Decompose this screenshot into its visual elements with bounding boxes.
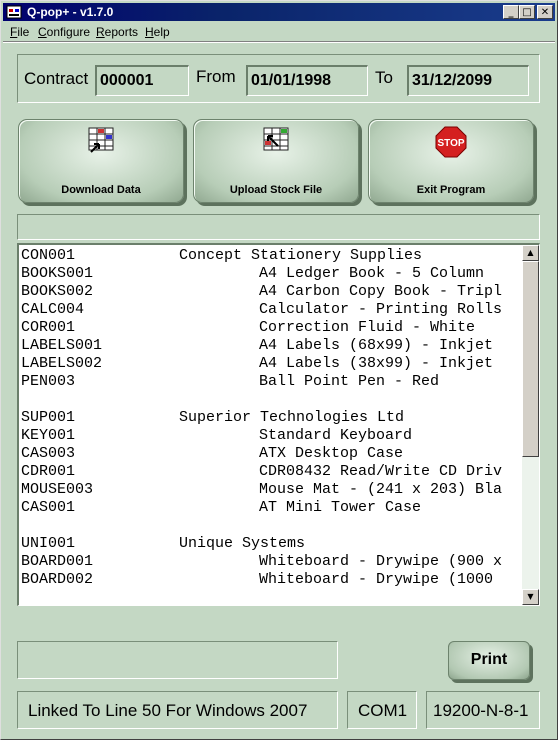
row-code: BOARD002 xyxy=(21,571,94,588)
window-title: Q-pop+ - v1.7.0 xyxy=(27,5,114,19)
to-date-field[interactable]: 31/12/2099 xyxy=(407,65,529,96)
contract-label: Contract xyxy=(24,69,89,88)
download-data-icon xyxy=(88,127,114,153)
supplier-row[interactable]: CON001 Concept Stationery Supplies xyxy=(21,247,521,265)
row-description: Ball Point Pen - Red xyxy=(259,373,440,390)
from-date-field[interactable]: 01/01/1998 xyxy=(246,65,368,96)
row-description: CDR08432 Read/Write CD Driv xyxy=(259,463,503,480)
menu-file[interactable]: File xyxy=(10,25,29,39)
print-button[interactable]: Print xyxy=(448,641,530,680)
app-window: Q-pop+ - v1.7.0 _ □ ✕ File Configure Rep… xyxy=(0,0,558,740)
row-code: MOUSE003 xyxy=(21,481,94,498)
row-code: LABELS001 xyxy=(21,337,103,354)
from-label: From xyxy=(196,67,236,86)
row-description: A4 Ledger Book - 5 Column xyxy=(259,265,485,282)
menu-help[interactable]: Help xyxy=(145,25,170,39)
stock-item-row[interactable]: CAS003 ATX Desktop Case xyxy=(21,445,521,463)
message-box xyxy=(17,641,338,679)
upload-stock-file-label: Upload Stock File xyxy=(229,184,323,196)
row-description: Calculator - Printing Rolls xyxy=(259,301,503,318)
stock-item-row[interactable]: CDR001 CDR08432 Read/Write CD Driv xyxy=(21,463,521,481)
supplier-row[interactable]: UNI001 Unique Systems xyxy=(21,535,521,553)
stock-item-row[interactable]: CALC004 Calculator - Printing Rolls xyxy=(21,301,521,319)
row-description: AT Mini Tower Case xyxy=(259,499,422,516)
row-description: Standard Keyboard xyxy=(259,427,413,444)
title-bar[interactable]: Q-pop+ - v1.7.0 _ □ ✕ xyxy=(3,3,555,21)
upload-stock-icon xyxy=(263,127,289,151)
row-description: Whiteboard - Drywipe (1000 xyxy=(259,571,494,588)
row-code: PEN003 xyxy=(21,373,76,390)
stock-item-row[interactable]: KEY001 Standard Keyboard xyxy=(21,427,521,445)
maximize-button[interactable]: □ xyxy=(519,5,535,19)
stock-list[interactable]: CON001 Concept Stationery Supplies BOOKS00… xyxy=(17,243,540,606)
row-description: Superior Technologies Ltd xyxy=(179,409,405,426)
stock-item-row[interactable]: BOARD002 Whiteboard - Drywipe (1000 xyxy=(21,571,521,589)
contract-panel: Contract 000001 From 01/01/1998 To 31/12… xyxy=(17,54,540,103)
row-description: Unique Systems xyxy=(179,535,306,552)
row-code: COR001 xyxy=(21,319,76,336)
row-code: BOARD001 xyxy=(21,553,94,570)
row-description: A4 Labels (68x99) - Inkjet xyxy=(259,337,494,354)
row-description: Correction Fluid - White xyxy=(259,319,476,336)
upload-stock-file-button[interactable]: Upload Stock File xyxy=(193,119,359,203)
exit-program-button[interactable]: STOP Exit Program xyxy=(368,119,534,203)
stop-sign-text: STOP xyxy=(437,138,464,149)
row-code: CDR001 xyxy=(21,463,76,480)
stop-sign-icon: STOP xyxy=(435,126,467,158)
row-code: KEY001 xyxy=(21,427,76,444)
row-description: A4 Labels (38x99) - Inkjet xyxy=(259,355,494,372)
menu-reports[interactable]: Reports xyxy=(96,25,138,39)
baud-settings-status: 19200-N-8-1 xyxy=(426,691,540,729)
menu-bar: File Configure Reports Help xyxy=(3,22,555,41)
row-description: A4 Carbon Copy Book - Tripl xyxy=(259,283,503,300)
download-data-button[interactable]: Download Data xyxy=(18,119,184,203)
to-label: To xyxy=(375,68,393,87)
blank-row xyxy=(21,391,521,409)
row-code: CAS001 xyxy=(21,499,76,516)
row-code: UNI001 xyxy=(21,535,76,552)
scroll-down-arrow-icon[interactable]: ▼ xyxy=(522,589,539,605)
blank-row xyxy=(21,517,521,535)
stock-item-row[interactable]: BOARD001 Whiteboard - Drywipe (900 x xyxy=(21,553,521,571)
menu-separator xyxy=(3,41,555,43)
menu-configure[interactable]: Configure xyxy=(38,25,90,39)
row-description: Concept Stationery Supplies xyxy=(179,247,423,264)
supplier-row[interactable]: SUP001 Superior Technologies Ltd xyxy=(21,409,521,427)
exit-program-label: Exit Program xyxy=(416,184,486,196)
row-description: Whiteboard - Drywipe (900 x xyxy=(259,553,503,570)
stock-item-row[interactable]: LABELS002 A4 Labels (38x99) - Inkjet xyxy=(21,355,521,373)
download-data-label: Download Data xyxy=(61,184,141,196)
scroll-thumb[interactable] xyxy=(522,261,539,457)
stock-item-row[interactable]: MOUSE003 Mouse Mat - (241 x 203) Bla xyxy=(21,481,521,499)
row-description: Mouse Mat - (241 x 203) Bla xyxy=(259,481,503,498)
row-code: CON001 xyxy=(21,247,76,264)
app-icon xyxy=(6,5,22,19)
progress-status-box xyxy=(17,214,540,240)
stock-list-rows: CON001 Concept Stationery Supplies BOOKS00… xyxy=(21,247,521,589)
row-description: ATX Desktop Case xyxy=(259,445,404,462)
stock-item-row[interactable]: BOOKS001 A4 Ledger Book - 5 Column xyxy=(21,265,521,283)
link-status: Linked To Line 50 For Windows 2007 xyxy=(17,691,338,729)
contract-field[interactable]: 000001 xyxy=(95,65,189,96)
stock-item-row[interactable]: BOOKS002 A4 Carbon Copy Book - Tripl xyxy=(21,283,521,301)
com-port-status: COM1 xyxy=(347,691,417,729)
row-code: LABELS002 xyxy=(21,355,103,372)
row-code: CALC004 xyxy=(21,301,85,318)
stock-item-row[interactable]: COR001 Correction Fluid - White xyxy=(21,319,521,337)
vertical-scrollbar[interactable]: ▲ ▼ xyxy=(522,245,539,605)
stock-item-row[interactable]: LABELS001 A4 Labels (68x99) - Inkjet xyxy=(21,337,521,355)
stock-item-row[interactable]: CAS001 AT Mini Tower Case xyxy=(21,499,521,517)
stock-item-row[interactable]: PEN003 Ball Point Pen - Red xyxy=(21,373,521,391)
row-code: SUP001 xyxy=(21,409,76,426)
row-code: BOOKS002 xyxy=(21,283,94,300)
row-code: BOOKS001 xyxy=(21,265,94,282)
minimize-button[interactable]: _ xyxy=(503,5,519,19)
close-button[interactable]: ✕ xyxy=(537,5,553,19)
scroll-up-arrow-icon[interactable]: ▲ xyxy=(522,245,539,261)
row-code: CAS003 xyxy=(21,445,76,462)
